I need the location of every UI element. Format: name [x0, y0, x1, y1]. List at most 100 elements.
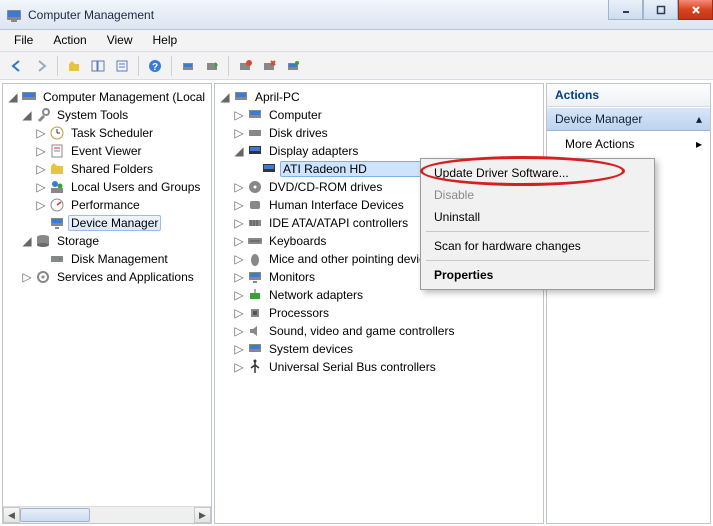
ctx-scan[interactable]: Scan for hardware changes: [424, 235, 651, 257]
expander-icon[interactable]: ▷: [233, 307, 245, 319]
expander-icon[interactable]: ▷: [233, 289, 245, 301]
tree-item-system-devices[interactable]: ▷ System devices: [217, 340, 543, 358]
scope-tree[interactable]: ◢ Computer Management (Local ◢ System To…: [3, 84, 211, 290]
tree-item-processors[interactable]: ▷ Processors: [217, 304, 543, 322]
tree-root-computer-management[interactable]: ◢ Computer Management (Local: [5, 88, 211, 106]
ctx-separator: [426, 260, 649, 261]
expander-icon[interactable]: ◢: [7, 91, 19, 103]
app-icon: [6, 7, 22, 23]
scan-hardware-button[interactable]: [177, 55, 199, 77]
tree-item-shared-folders[interactable]: ▷ Shared Folders: [5, 160, 211, 178]
properties-button[interactable]: [111, 55, 133, 77]
computer-icon: [247, 107, 263, 123]
tree-label: Processors: [266, 305, 332, 321]
menu-file[interactable]: File: [4, 30, 43, 51]
expander-icon[interactable]: ▷: [35, 199, 47, 211]
tree-label: Display adapters: [266, 143, 361, 159]
close-button[interactable]: [678, 0, 713, 20]
expander-icon[interactable]: ▷: [233, 109, 245, 121]
display-adapter-icon: [247, 143, 263, 159]
expander-icon[interactable]: ◢: [21, 109, 33, 121]
tree-item-services-apps[interactable]: ▷ Services and Applications: [5, 268, 211, 286]
tree-item-device-manager[interactable]: Device Manager: [5, 214, 211, 232]
expander-icon[interactable]: ◢: [233, 145, 245, 157]
maximize-button[interactable]: [643, 0, 678, 20]
show-hide-tree-button[interactable]: [87, 55, 109, 77]
clock-icon: [49, 125, 65, 141]
h-scrollbar[interactable]: ◀ ▶: [3, 506, 211, 523]
shared-folders-icon: [49, 161, 65, 177]
expander-icon[interactable]: ▷: [35, 163, 47, 175]
scroll-left-button[interactable]: ◀: [3, 507, 20, 523]
tree-item-sound[interactable]: ▷ Sound, video and game controllers: [217, 322, 543, 340]
window-controls: [608, 0, 713, 20]
uninstall-button[interactable]: [234, 55, 256, 77]
tree-item-storage[interactable]: ◢ Storage: [5, 232, 211, 250]
expander-icon[interactable]: ▷: [35, 145, 47, 157]
expander-icon[interactable]: ▷: [233, 271, 245, 283]
tree-item-task-scheduler[interactable]: ▷ Task Scheduler: [5, 124, 211, 142]
tree-item-performance[interactable]: ▷ Performance: [5, 196, 211, 214]
expander-icon[interactable]: ▷: [35, 181, 47, 193]
actions-more-label: More Actions: [565, 137, 634, 151]
expander-icon[interactable]: ▷: [233, 199, 245, 211]
help-button[interactable]: ?: [144, 55, 166, 77]
back-button[interactable]: [6, 55, 28, 77]
up-button[interactable]: [63, 55, 85, 77]
event-viewer-icon: [49, 143, 65, 159]
device-tree-panel: ◢ April-PC ▷ Computer ▷ Disk drives ◢: [214, 83, 544, 524]
ctx-uninstall[interactable]: Uninstall: [424, 206, 651, 228]
tree-label: System Tools: [54, 107, 131, 123]
expander-icon[interactable]: ▷: [21, 271, 33, 283]
toolbar-separator: [57, 56, 58, 76]
tree-label: Keyboards: [266, 233, 329, 249]
tree-label: Local Users and Groups: [68, 179, 203, 195]
tree-label: Monitors: [266, 269, 318, 285]
expander-icon[interactable]: ▷: [233, 343, 245, 355]
tree-root-pc[interactable]: ◢ April-PC: [217, 88, 543, 106]
tree-item-system-tools[interactable]: ◢ System Tools: [5, 106, 211, 124]
performance-icon: [49, 197, 65, 213]
scroll-thumb[interactable]: [20, 508, 90, 522]
menu-action[interactable]: Action: [43, 30, 96, 51]
tree-label: Network adapters: [266, 287, 366, 303]
toolbar-separator: [138, 56, 139, 76]
ctx-properties[interactable]: Properties: [424, 264, 651, 286]
tree-item-event-viewer[interactable]: ▷ Event Viewer: [5, 142, 211, 160]
menubar: File Action View Help: [0, 30, 713, 52]
keyboard-icon: [247, 233, 263, 249]
scroll-track[interactable]: [20, 507, 194, 523]
actions-section[interactable]: Device Manager ▴: [547, 107, 710, 131]
tree-label: Shared Folders: [68, 161, 156, 177]
actions-panel: Actions Device Manager ▴ More Actions ▸: [546, 83, 711, 524]
expander-icon[interactable]: ▷: [233, 361, 245, 373]
expander-icon[interactable]: ▷: [233, 253, 245, 265]
mouse-icon: [247, 251, 263, 267]
tree-item-usb[interactable]: ▷ Universal Serial Bus controllers: [217, 358, 543, 376]
expander-icon[interactable]: ▷: [233, 217, 245, 229]
ctx-disable[interactable]: Disable: [424, 184, 651, 206]
menu-view[interactable]: View: [97, 30, 143, 51]
scroll-right-button[interactable]: ▶: [194, 507, 211, 523]
tree-label: Disk drives: [266, 125, 331, 141]
ctx-update-driver[interactable]: Update Driver Software...: [424, 162, 651, 184]
minimize-button[interactable]: [608, 0, 643, 20]
tree-item-local-users[interactable]: ▷ Local Users and Groups: [5, 178, 211, 196]
tree-item-disk-drives[interactable]: ▷ Disk drives: [217, 124, 543, 142]
actions-more[interactable]: More Actions ▸: [547, 131, 710, 157]
tree-item-disk-management[interactable]: Disk Management: [5, 250, 211, 268]
menu-help[interactable]: Help: [143, 30, 188, 51]
update-driver-button[interactable]: [201, 55, 223, 77]
expander-icon[interactable]: ▷: [233, 235, 245, 247]
expander-icon[interactable]: ▷: [233, 325, 245, 337]
forward-button[interactable]: [30, 55, 52, 77]
expander-icon[interactable]: ◢: [21, 235, 33, 247]
expander-icon[interactable]: ▷: [233, 181, 245, 193]
disable-button[interactable]: [258, 55, 280, 77]
expander-icon[interactable]: ▷: [35, 127, 47, 139]
tree-item-computer[interactable]: ▷ Computer: [217, 106, 543, 124]
svg-text:?: ?: [152, 62, 158, 73]
enable-button[interactable]: [282, 55, 304, 77]
expander-icon[interactable]: ◢: [219, 91, 231, 103]
expander-icon[interactable]: ▷: [233, 127, 245, 139]
